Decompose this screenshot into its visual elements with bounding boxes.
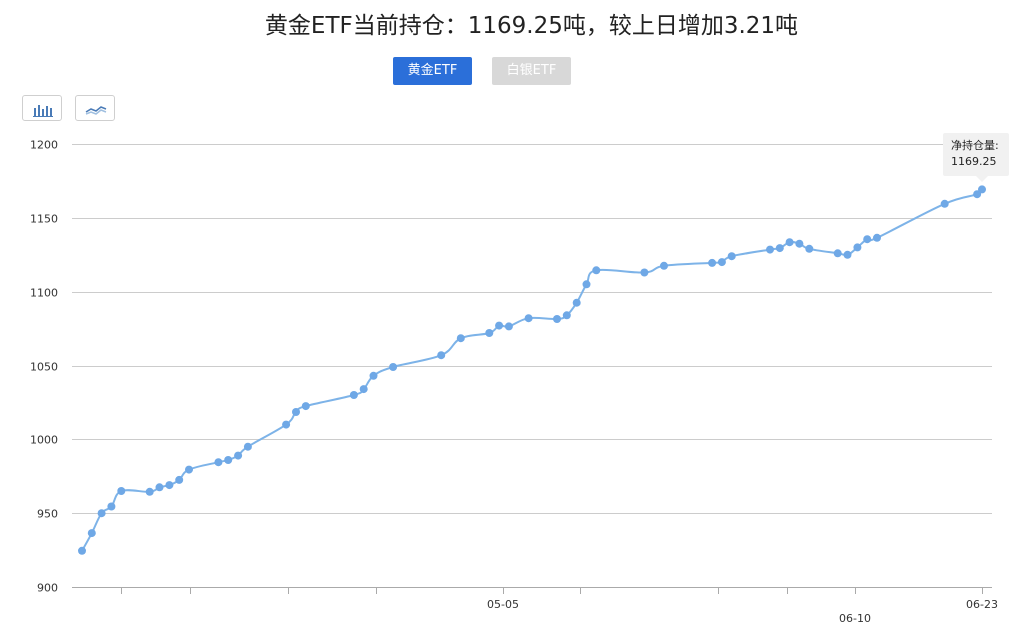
data-point[interactable] [785, 238, 794, 247]
data-point[interactable] [369, 371, 378, 380]
data-point[interactable] [87, 529, 96, 538]
y-tick-label: 1200 [30, 139, 58, 152]
y-tick-label: 1150 [30, 213, 58, 226]
data-point[interactable] [495, 321, 504, 330]
data-point[interactable] [727, 252, 736, 261]
data-point[interactable] [843, 250, 852, 259]
data-point[interactable] [234, 451, 243, 460]
data-point[interactable] [708, 258, 717, 267]
tooltip-value: 1169.25 [951, 155, 997, 168]
x-axis: 05-05 06-10 06-23 [121, 587, 998, 624]
data-point[interactable] [145, 487, 154, 496]
data-point[interactable] [349, 391, 358, 399]
data-point[interactable] [504, 322, 513, 331]
data-point[interactable] [640, 268, 649, 277]
data-point[interactable] [214, 458, 223, 467]
data-point[interactable] [389, 363, 398, 371]
data-point[interactable] [582, 280, 591, 289]
y-tick-label: 1100 [30, 287, 58, 300]
data-point[interactable] [224, 456, 233, 464]
x-tick-label: 06-10 [839, 612, 871, 624]
y-tick-label: 950 [37, 508, 58, 521]
y-axis-labels: 900 950 1000 1050 1100 1150 1200 [30, 139, 58, 595]
data-point[interactable] [97, 509, 106, 518]
data-point[interactable] [175, 475, 184, 484]
data-point[interactable] [562, 311, 571, 320]
data-point[interactable] [660, 261, 668, 270]
data-point[interactable] [766, 245, 774, 254]
x-tick-label: 06-23 [966, 598, 998, 611]
data-point[interactable] [243, 442, 252, 451]
data-point[interactable] [107, 502, 116, 511]
grid-lines [72, 144, 992, 588]
data-point[interactable] [155, 483, 164, 492]
data-point[interactable] [863, 235, 872, 244]
tooltip-arrow [976, 176, 988, 182]
data-point[interactable] [185, 465, 193, 474]
data-point[interactable] [485, 329, 494, 337]
data-point[interactable] [437, 351, 446, 360]
y-tick-label: 1000 [30, 434, 58, 447]
data-point[interactable] [456, 334, 465, 343]
data-point[interactable] [775, 244, 784, 253]
y-tick-label: 1050 [30, 361, 58, 374]
data-point[interactable] [940, 199, 949, 208]
data-point[interactable] [165, 481, 174, 490]
data-point[interactable] [805, 244, 814, 253]
data-point[interactable] [853, 243, 862, 252]
data-point[interactable] [553, 315, 561, 323]
data-point[interactable] [524, 314, 533, 323]
data-point[interactable] [292, 408, 300, 416]
data-point[interactable] [717, 258, 726, 267]
x-tick-label: 05-05 [487, 598, 519, 611]
data-point[interactable] [359, 385, 368, 394]
data-point[interactable] [592, 266, 601, 275]
tooltip: 净持仓量: 1169.25 [943, 133, 1009, 176]
y-tick-label: 900 [37, 582, 58, 595]
data-point[interactable] [78, 546, 86, 555]
data-point[interactable] [117, 487, 126, 495]
data-point[interactable] [833, 249, 842, 258]
data-point[interactable] [978, 185, 986, 194]
series-line [81, 188, 983, 552]
tooltip-label: 净持仓量: [951, 139, 999, 152]
data-points [78, 185, 986, 555]
data-point[interactable] [282, 420, 291, 429]
line-chart: 900 950 1000 1050 1100 1150 1200 05-05 06-10 06-… [30, 139, 998, 624]
data-point[interactable] [873, 233, 881, 242]
data-point[interactable] [572, 298, 581, 307]
data-point[interactable] [795, 239, 804, 248]
data-point[interactable] [301, 402, 310, 411]
